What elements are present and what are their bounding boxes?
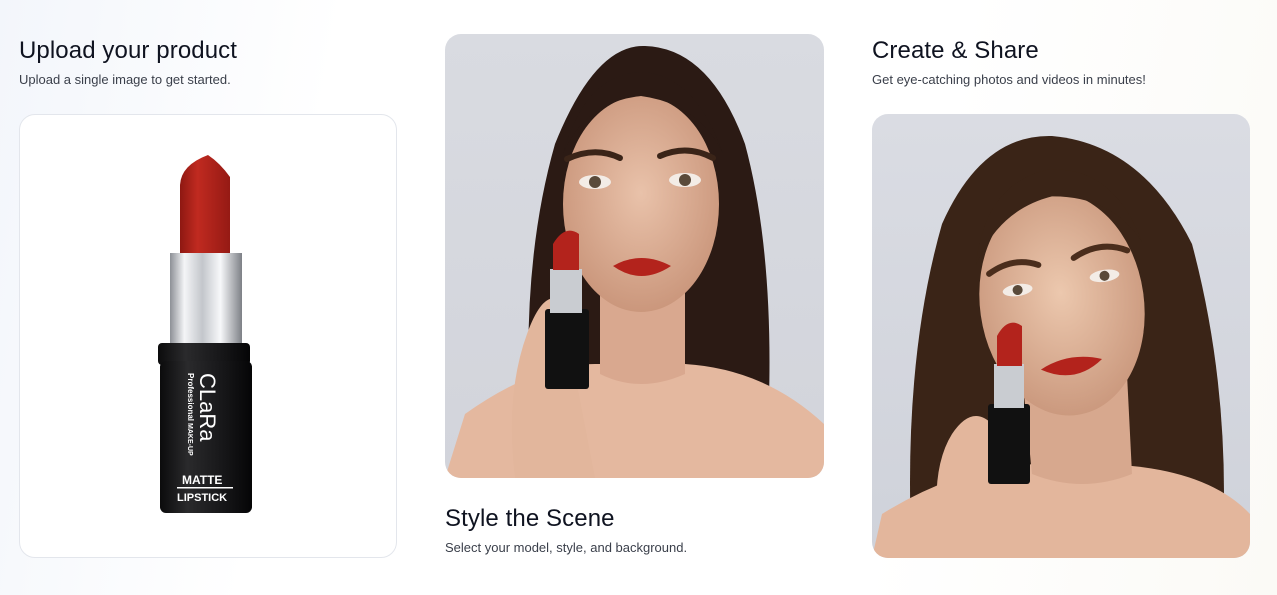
- result-photo-image: [872, 135, 1250, 558]
- style-subtitle: Select your model, style, and background…: [445, 540, 688, 555]
- step-share: Create & Share Get eye-catching photos a…: [872, 36, 1250, 558]
- step-upload: Upload your product Upload a single imag…: [19, 36, 397, 558]
- product-image-card[interactable]: CLaRa Professional MAKE-UP MATTE LIPSTIC…: [19, 114, 397, 558]
- product-brand: CLaRa: [195, 373, 220, 442]
- product-finish: MATTE: [182, 473, 222, 487]
- share-title: Create & Share: [872, 37, 1039, 64]
- lipstick-product-image: CLaRa Professional MAKE-UP MATTE LIPSTIC…: [158, 155, 252, 513]
- model-photo-card[interactable]: [445, 34, 824, 478]
- model-photo-image: [445, 45, 824, 478]
- result-photo-card[interactable]: [872, 114, 1250, 558]
- product-line1: Professional: [186, 373, 195, 421]
- product-type: LIPSTICK: [177, 492, 227, 504]
- share-subtitle: Get eye-catching photos and videos in mi…: [872, 72, 1146, 87]
- style-title: Style the Scene: [445, 505, 615, 532]
- upload-title: Upload your product: [19, 37, 238, 64]
- product-line2: MAKE-UP: [186, 423, 193, 456]
- upload-subtitle: Upload a single image to get started.: [19, 72, 231, 87]
